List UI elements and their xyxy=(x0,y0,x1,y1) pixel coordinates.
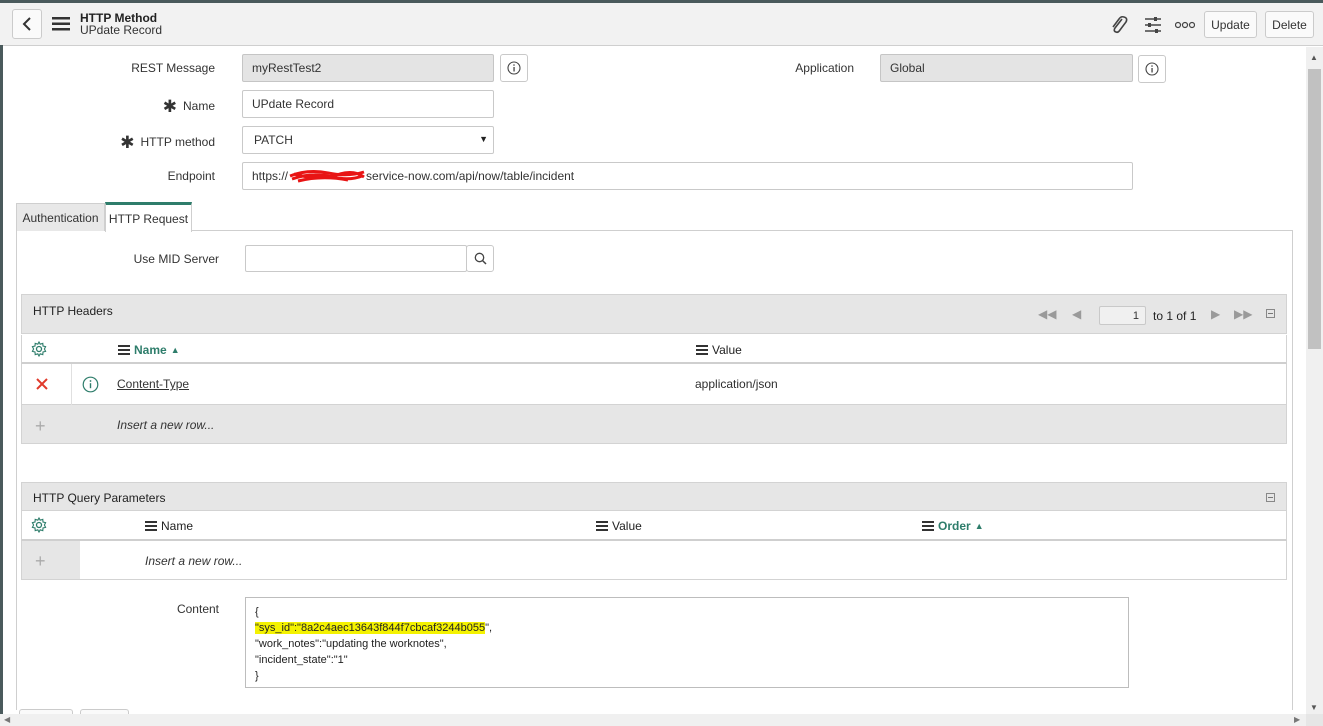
column-menu-icon xyxy=(118,345,130,355)
collapse-icon[interactable] xyxy=(1266,309,1275,318)
tab-authentication[interactable]: Authentication xyxy=(16,203,105,231)
page-total: to 1 of 1 xyxy=(1153,309,1197,323)
insert-row-label[interactable]: Insert a new row... xyxy=(117,418,214,432)
redaction-scribble xyxy=(288,167,366,185)
page-number-input[interactable]: 1 xyxy=(1099,306,1146,325)
content-line: { xyxy=(255,606,259,618)
personalize-form-icon[interactable] xyxy=(1142,14,1164,36)
mid-server-lookup-button[interactable] xyxy=(466,245,494,272)
endpoint-label: Endpoint xyxy=(167,169,215,183)
mandatory-icon: ✱ xyxy=(162,97,177,116)
query-column-header-value[interactable]: Value xyxy=(596,519,642,533)
mid-server-input[interactable] xyxy=(245,245,467,272)
name-label: ✱ Name xyxy=(162,97,215,116)
delete-row-x-icon[interactable] xyxy=(35,377,49,394)
delete-button[interactable]: Delete xyxy=(1265,11,1314,38)
paperclip-icon[interactable] xyxy=(1108,14,1130,36)
column-menu-icon xyxy=(922,521,934,531)
query-title: HTTP Query Parameters xyxy=(33,491,166,505)
info-icon xyxy=(1145,62,1159,76)
search-icon xyxy=(474,252,487,265)
content-label: Content xyxy=(176,602,219,616)
more-options-icon[interactable] xyxy=(1174,14,1196,36)
content-line: "incident_state":"1" xyxy=(255,654,348,666)
http-method-value: PATCH xyxy=(254,133,293,147)
header-subtitle: UPdate Record xyxy=(80,23,163,37)
back-button[interactable] xyxy=(12,9,42,39)
scroll-down-arrow-icon[interactable]: ▼ xyxy=(1310,703,1318,712)
column-header-name[interactable]: Name ▲ xyxy=(118,343,180,357)
endpoint-field[interactable]: https:// service-now.com/api/now/table/i… xyxy=(242,162,1133,190)
headers-title: HTTP Headers xyxy=(33,304,113,318)
dropdown-arrow-icon: ▼ xyxy=(479,134,488,144)
cell-header-name[interactable]: Content-Type xyxy=(117,377,189,391)
query-column-header-order[interactable]: Order ▲ xyxy=(922,519,984,533)
table-row xyxy=(21,364,1287,405)
rest-message-info-button[interactable] xyxy=(500,54,528,82)
scroll-up-arrow-icon[interactable]: ▲ xyxy=(1310,53,1318,62)
rest-message-field[interactable]: myRestTest2 xyxy=(242,54,494,82)
tab-http-request[interactable]: HTTP Request xyxy=(105,202,192,232)
query-column-row xyxy=(21,511,1287,541)
column-header-value[interactable]: Value xyxy=(696,343,742,357)
highlighted-sys-id: "sys_id":"8a2c4aec13643f844f7cbcaf3244b0… xyxy=(255,622,486,634)
application-label: Application xyxy=(795,61,854,75)
first-page-icon[interactable]: ◀◀ xyxy=(1038,307,1056,321)
endpoint-prefix: https:// xyxy=(252,169,289,183)
column-menu-icon xyxy=(696,345,708,355)
add-row-plus-icon[interactable]: + xyxy=(35,416,46,437)
headers-column-row xyxy=(21,335,1287,364)
column-menu-icon xyxy=(145,521,157,531)
next-page-icon[interactable]: ▶ xyxy=(1211,307,1220,321)
cell-header-value: application/json xyxy=(695,377,778,391)
content-line: "sys_id":"8a2c4aec13643f844f7cbcaf3244b0… xyxy=(255,622,493,634)
query-section-header: HTTP Query Parameters xyxy=(21,482,1287,511)
application-field[interactable]: Global xyxy=(880,54,1133,82)
query-column-header-name[interactable]: Name xyxy=(145,519,193,533)
add-row-cell xyxy=(22,541,80,579)
horizontal-scrollbar[interactable]: ◀ ▶ xyxy=(0,714,1306,726)
content-line: "work_notes":"updating the worknotes", xyxy=(255,638,447,650)
http-method-select[interactable]: PATCH ▼ xyxy=(242,126,494,154)
vertical-scrollbar[interactable]: ▲ ▼ xyxy=(1306,47,1323,714)
list-settings-gear-icon[interactable] xyxy=(31,516,47,536)
mid-server-label: Use MID Server xyxy=(133,252,219,266)
rest-message-label: REST Message xyxy=(131,61,215,75)
name-field[interactable]: UPdate Record xyxy=(242,90,494,118)
mandatory-icon: ✱ xyxy=(120,133,135,152)
info-icon xyxy=(507,61,521,75)
content-line: } xyxy=(255,670,259,682)
add-row-plus-icon[interactable]: + xyxy=(35,551,46,572)
scroll-right-arrow-icon[interactable]: ▶ xyxy=(1294,715,1300,724)
scroll-left-arrow-icon[interactable]: ◀ xyxy=(4,715,10,724)
last-page-icon[interactable]: ▶▶ xyxy=(1234,307,1252,321)
prev-page-icon[interactable]: ◀ xyxy=(1072,307,1081,321)
sort-ascending-icon: ▲ xyxy=(974,521,984,531)
context-menu-icon[interactable] xyxy=(51,15,71,33)
row-action-divider xyxy=(71,364,72,405)
insert-row-label[interactable]: Insert a new row... xyxy=(145,554,242,568)
content-textarea[interactable]: { "sys_id":"8a2c4aec13643f844f7cbcaf3244… xyxy=(245,597,1129,688)
row-info-icon[interactable] xyxy=(82,376,99,396)
http-method-label: ✱ HTTP method xyxy=(120,133,215,152)
sort-ascending-icon: ▲ xyxy=(170,345,180,355)
chevron-left-icon xyxy=(22,17,31,31)
collapse-icon[interactable] xyxy=(1266,493,1275,502)
application-info-button[interactable] xyxy=(1138,55,1166,83)
endpoint-suffix: service-now.com/api/now/table/incident xyxy=(366,169,575,183)
column-menu-icon xyxy=(596,521,608,531)
left-edge-strip xyxy=(0,45,3,714)
list-settings-gear-icon[interactable] xyxy=(31,340,47,360)
update-button[interactable]: Update xyxy=(1204,11,1257,38)
form-header: HTTP Method UPdate Record Update Delete xyxy=(0,3,1323,46)
scrollbar-thumb[interactable] xyxy=(1308,69,1321,349)
scrollbar-corner xyxy=(1306,714,1323,726)
headers-section-header: HTTP Headers ◀◀ ◀ 1 to 1 of 1 ▶ ▶▶ xyxy=(21,294,1287,334)
